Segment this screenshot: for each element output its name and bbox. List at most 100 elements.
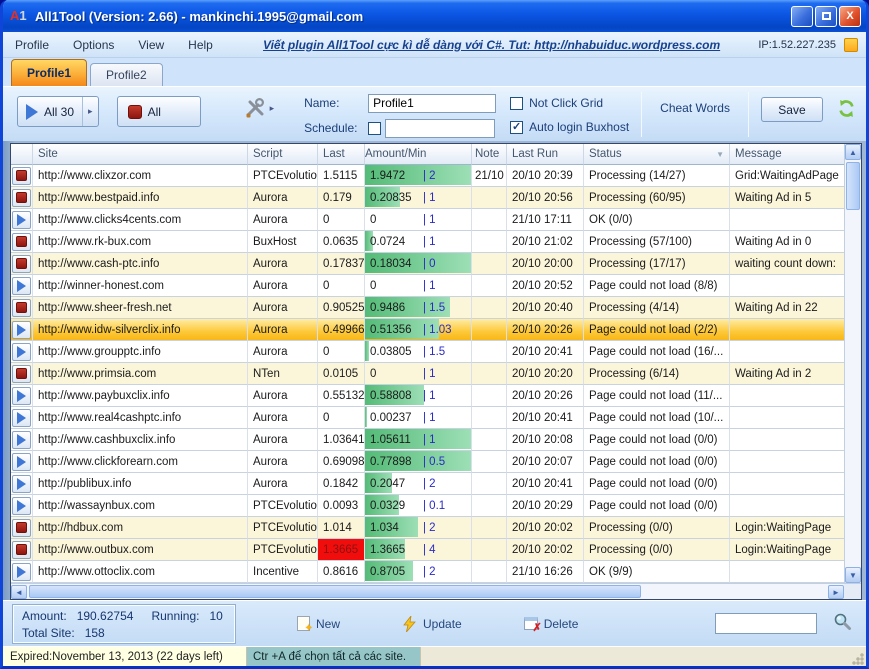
row-stop-button[interactable] [12,233,31,251]
amount-label: Amount: [22,609,67,623]
update-button[interactable]: Update [402,616,462,632]
license-status: Expired:November 13, 2013 (22 days left) [3,647,247,667]
row-stop-button[interactable] [12,189,31,207]
tab-profile1[interactable]: Profile1 [11,59,87,86]
row-start-button[interactable] [12,277,31,295]
cell-status: Page could not load (16/... [584,341,730,363]
row-stop-button[interactable] [12,365,31,383]
grid-area: SiteScriptLastAmount/MinNoteLast RunStat… [3,141,866,600]
cell-control [11,209,33,231]
save-button[interactable]: Save [761,97,823,122]
minimize-button[interactable]: _ [791,6,813,27]
table-row[interactable]: http://www.clixzor.comPTCEvolution1.5115… [11,165,844,187]
row-start-button[interactable] [12,211,31,229]
table-row[interactable]: http://www.real4cashptc.infoAurora00.002… [11,407,844,429]
vertical-scrollbar[interactable]: ▲ ▼ [844,144,861,583]
column-header-last-run[interactable]: Last Run [507,144,584,165]
search-input[interactable] [715,613,817,634]
column-header-amount-min[interactable]: Amount/Min [365,144,472,165]
scroll-up-button[interactable]: ▲ [845,144,861,160]
vertical-scroll-thumb[interactable] [846,162,860,210]
table-row[interactable]: http://www.ottoclix.comIncentive0.86160.… [11,561,844,583]
menu-item-view[interactable]: View [138,38,164,52]
table-row[interactable]: http://www.primsia.comNTen0.01050| 120/1… [11,363,844,385]
auto-login-checkbox[interactable]: ✓ [510,121,523,134]
row-start-button[interactable] [12,475,31,493]
table-row[interactable]: http://www.rk-bux.comBuxHost0.06350.0724… [11,231,844,253]
horizontal-scroll-thumb[interactable] [29,585,641,598]
not-click-grid-checkbox[interactable] [510,97,523,110]
tools-icon[interactable] [243,96,267,120]
play-icon [17,412,26,424]
refresh-icon[interactable] [837,99,856,123]
maximize-button[interactable] [815,6,837,27]
table-row[interactable]: http://www.idw-silverclix.infoAurora0.49… [11,319,844,341]
row-stop-button[interactable] [12,299,31,317]
banner-link[interactable]: Viết plugin All1Tool cực kì dễ dàng với … [237,38,746,52]
table-row[interactable]: http://wassaynbux.comPTCEvolution0.00930… [11,495,844,517]
stop-all-button[interactable]: All [117,96,201,127]
row-stop-button[interactable] [12,167,31,185]
cheat-words-button[interactable]: Cheat Words [654,101,736,115]
row-start-button[interactable] [12,563,31,581]
table-row[interactable]: http://www.cash-ptc.infoAurora0.178370.1… [11,253,844,275]
table-row[interactable]: http://www.paybuxclix.infoAurora0.551320… [11,385,844,407]
not-click-grid-option[interactable]: Not Click Grid [510,92,629,114]
scroll-right-button[interactable]: ► [828,585,844,599]
row-start-button[interactable] [12,409,31,427]
table-row[interactable]: http://www.outbux.comPTCEvolution1.36651… [11,539,844,561]
row-start-button[interactable] [12,321,31,339]
table-header: SiteScriptLastAmount/MinNoteLast RunStat… [11,144,844,165]
table-row[interactable]: http://www.clicks4cents.comAurora00| 121… [11,209,844,231]
profile-name-input[interactable] [368,94,496,113]
column-header-site[interactable]: Site [33,144,248,165]
column-header-message[interactable]: Message [730,144,844,165]
row-start-button[interactable] [12,431,31,449]
cell-script: Incentive [248,561,318,583]
row-stop-button[interactable] [12,255,31,273]
table-row[interactable]: http://publibux.infoAurora0.18420.2047| … [11,473,844,495]
tools-dropdown[interactable]: ▸ [270,103,275,114]
menu-item-profile[interactable]: Profile [15,38,49,52]
cell-site: http://www.bestpaid.info [33,187,248,209]
collapse-button[interactable] [844,38,858,52]
row-start-button[interactable] [12,343,31,361]
play-icon [17,280,26,292]
close-button[interactable]: X [839,6,861,27]
table-row[interactable]: http://www.clickforearn.comAurora0.69098… [11,451,844,473]
row-start-button[interactable] [12,387,31,405]
cell-site: http://www.clicks4cents.com [33,209,248,231]
horizontal-scrollbar[interactable]: ◄ ► [11,583,861,599]
row-stop-button[interactable] [12,541,31,559]
column-header-note[interactable]: Note [472,144,507,165]
column-header-script[interactable]: Script [248,144,318,165]
row-stop-button[interactable] [12,519,31,537]
run-all-dropdown[interactable]: ▸ [82,97,98,126]
row-start-button[interactable] [12,497,31,515]
auto-login-option[interactable]: ✓ Auto login Buxhost [510,116,629,138]
cell-amount-min: 0.00237| 1 [365,407,472,429]
schedule-input[interactable] [385,119,495,138]
scroll-left-button[interactable]: ◄ [11,585,27,599]
delete-icon: ✗ [524,617,538,630]
column-header-last[interactable]: Last [318,144,365,165]
cell-message [730,495,844,517]
run-all-button[interactable]: All 30 ▸ [17,96,99,127]
row-start-button[interactable] [12,453,31,471]
tab-profile2[interactable]: Profile2 [90,63,163,86]
delete-button[interactable]: ✗ Delete [524,617,579,631]
scroll-down-button[interactable]: ▼ [845,567,861,583]
schedule-checkbox[interactable] [368,122,381,135]
column-header-status[interactable]: Status▼ [584,144,730,165]
table-row[interactable]: http://www.sheer-fresh.netAurora0.905250… [11,297,844,319]
table-row[interactable]: http://www.bestpaid.infoAurora0.1790.208… [11,187,844,209]
table-row[interactable]: http://www.cashbuxclix.infoAurora1.03641… [11,429,844,451]
search-icon[interactable] [833,612,852,636]
table-row[interactable]: http://winner-honest.comAurora00| 120/10… [11,275,844,297]
new-button[interactable]: ✦ New [297,616,340,631]
resize-grip[interactable] [852,653,864,665]
table-row[interactable]: http://www.groupptc.infoAurora00.03805| … [11,341,844,363]
table-row[interactable]: http://hdbux.comPTCEvolution1.0141.034| … [11,517,844,539]
menu-item-help[interactable]: Help [188,38,213,52]
menu-item-options[interactable]: Options [73,38,114,52]
